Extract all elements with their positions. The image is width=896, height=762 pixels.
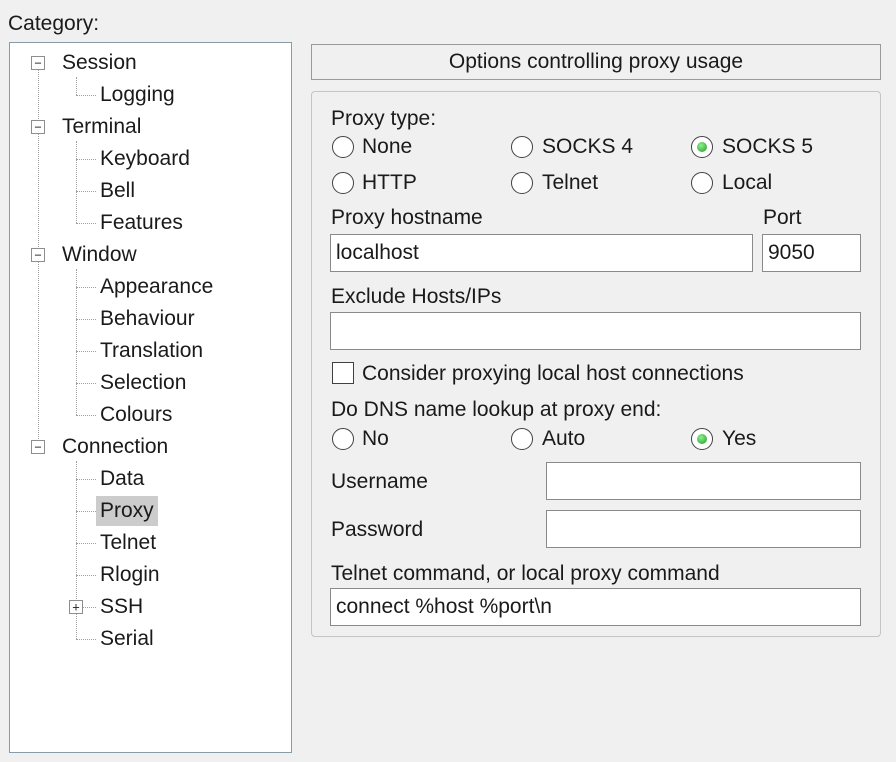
dns-auto-label[interactable]: Auto (542, 427, 585, 451)
proxy-local-radio[interactable] (691, 172, 713, 194)
tree-item-connection[interactable]: Connection (58, 432, 172, 462)
tree-connector (76, 351, 96, 352)
proxy-hostname-label: Proxy hostname (331, 206, 483, 229)
proxy-socks5-label[interactable]: SOCKS 5 (722, 135, 813, 159)
category-tree[interactable]: − − − − + Session Terminal Window Connec… (9, 42, 292, 753)
collapse-window-toggle[interactable]: − (31, 248, 45, 262)
tree-item-colours[interactable]: Colours (96, 400, 176, 430)
exclude-hosts-label: Exclude Hosts/IPs (331, 285, 502, 308)
tree-item-terminal[interactable]: Terminal (58, 112, 145, 142)
tree-connector (83, 607, 96, 608)
dns-lookup-label: Do DNS name lookup at proxy end: (331, 398, 662, 421)
tree-connector (76, 415, 96, 416)
tree-item-bell[interactable]: Bell (96, 176, 139, 206)
proxy-http-radio[interactable] (332, 172, 354, 194)
tree-connector (76, 223, 96, 224)
proxy-command-label: Telnet command, or local proxy command (331, 562, 720, 585)
tree-item-session[interactable]: Session (58, 48, 141, 78)
proxy-command-input[interactable] (330, 588, 861, 626)
proxy-http-label[interactable]: HTTP (362, 171, 417, 195)
tree-item-selection[interactable]: Selection (96, 368, 190, 398)
tree-connector (76, 269, 77, 415)
tree-connector (76, 95, 96, 96)
tree-connector (76, 639, 96, 640)
dns-auto-radio[interactable] (511, 428, 533, 450)
tree-item-behaviour[interactable]: Behaviour (96, 304, 199, 334)
tree-item-features[interactable]: Features (96, 208, 187, 238)
tree-item-appearance[interactable]: Appearance (96, 272, 217, 302)
proxy-hostname-input[interactable] (330, 234, 753, 272)
tree-item-window[interactable]: Window (58, 240, 141, 270)
tree-connector (76, 575, 96, 576)
tree-connector (76, 319, 96, 320)
tree-item-rlogin[interactable]: Rlogin (96, 560, 164, 590)
tree-item-data[interactable]: Data (96, 464, 148, 494)
proxy-telnet-radio[interactable] (511, 172, 533, 194)
tree-item-telnet[interactable]: Telnet (96, 528, 160, 558)
proxy-none-label[interactable]: None (362, 135, 412, 159)
tree-connector (76, 77, 77, 95)
proxy-socks4-radio[interactable] (511, 136, 533, 158)
tree-item-logging[interactable]: Logging (96, 80, 179, 110)
password-input[interactable] (546, 510, 861, 548)
username-label: Username (331, 470, 428, 493)
tree-connector (76, 543, 96, 544)
tree-item-keyboard[interactable]: Keyboard (96, 144, 194, 174)
tree-connector (76, 141, 77, 223)
tree-item-serial[interactable]: Serial (96, 624, 158, 654)
tree-connector (76, 159, 96, 160)
proxy-none-radio[interactable] (332, 136, 354, 158)
proxy-socks5-radio[interactable] (691, 136, 713, 158)
port-label: Port (763, 206, 802, 229)
expand-ssh-toggle[interactable]: + (69, 600, 83, 614)
tree-item-translation[interactable]: Translation (96, 336, 207, 366)
proxy-local-label[interactable]: Local (722, 171, 772, 195)
tree-item-proxy[interactable]: Proxy (96, 496, 158, 526)
collapse-connection-toggle[interactable]: − (31, 440, 45, 454)
password-label: Password (331, 518, 424, 541)
collapse-session-toggle[interactable]: − (31, 56, 45, 70)
radio-selected-dot (697, 434, 707, 444)
tree-connector (76, 511, 96, 512)
dns-no-radio[interactable] (332, 428, 354, 450)
category-label: Category: (8, 12, 100, 35)
radio-selected-dot (697, 142, 707, 152)
proxy-socks4-label[interactable]: SOCKS 4 (542, 135, 633, 159)
tree-connector (76, 383, 96, 384)
collapse-terminal-toggle[interactable]: − (31, 120, 45, 134)
dns-yes-radio[interactable] (691, 428, 713, 450)
port-input[interactable] (762, 234, 861, 272)
dns-yes-label[interactable]: Yes (722, 427, 756, 451)
tree-item-ssh[interactable]: SSH (96, 592, 147, 622)
proxy-telnet-label[interactable]: Telnet (542, 171, 598, 195)
consider-local-checkbox[interactable] (332, 362, 354, 384)
username-input[interactable] (546, 462, 861, 500)
proxy-type-label: Proxy type: (331, 107, 437, 130)
tree-connector (76, 479, 96, 480)
tree-connector (76, 191, 96, 192)
panel-header: Options controlling proxy usage (311, 44, 881, 80)
consider-local-label[interactable]: Consider proxying local host connections (362, 362, 744, 386)
dns-no-label[interactable]: No (362, 427, 389, 451)
exclude-hosts-input[interactable] (330, 312, 861, 350)
tree-connector (76, 287, 96, 288)
